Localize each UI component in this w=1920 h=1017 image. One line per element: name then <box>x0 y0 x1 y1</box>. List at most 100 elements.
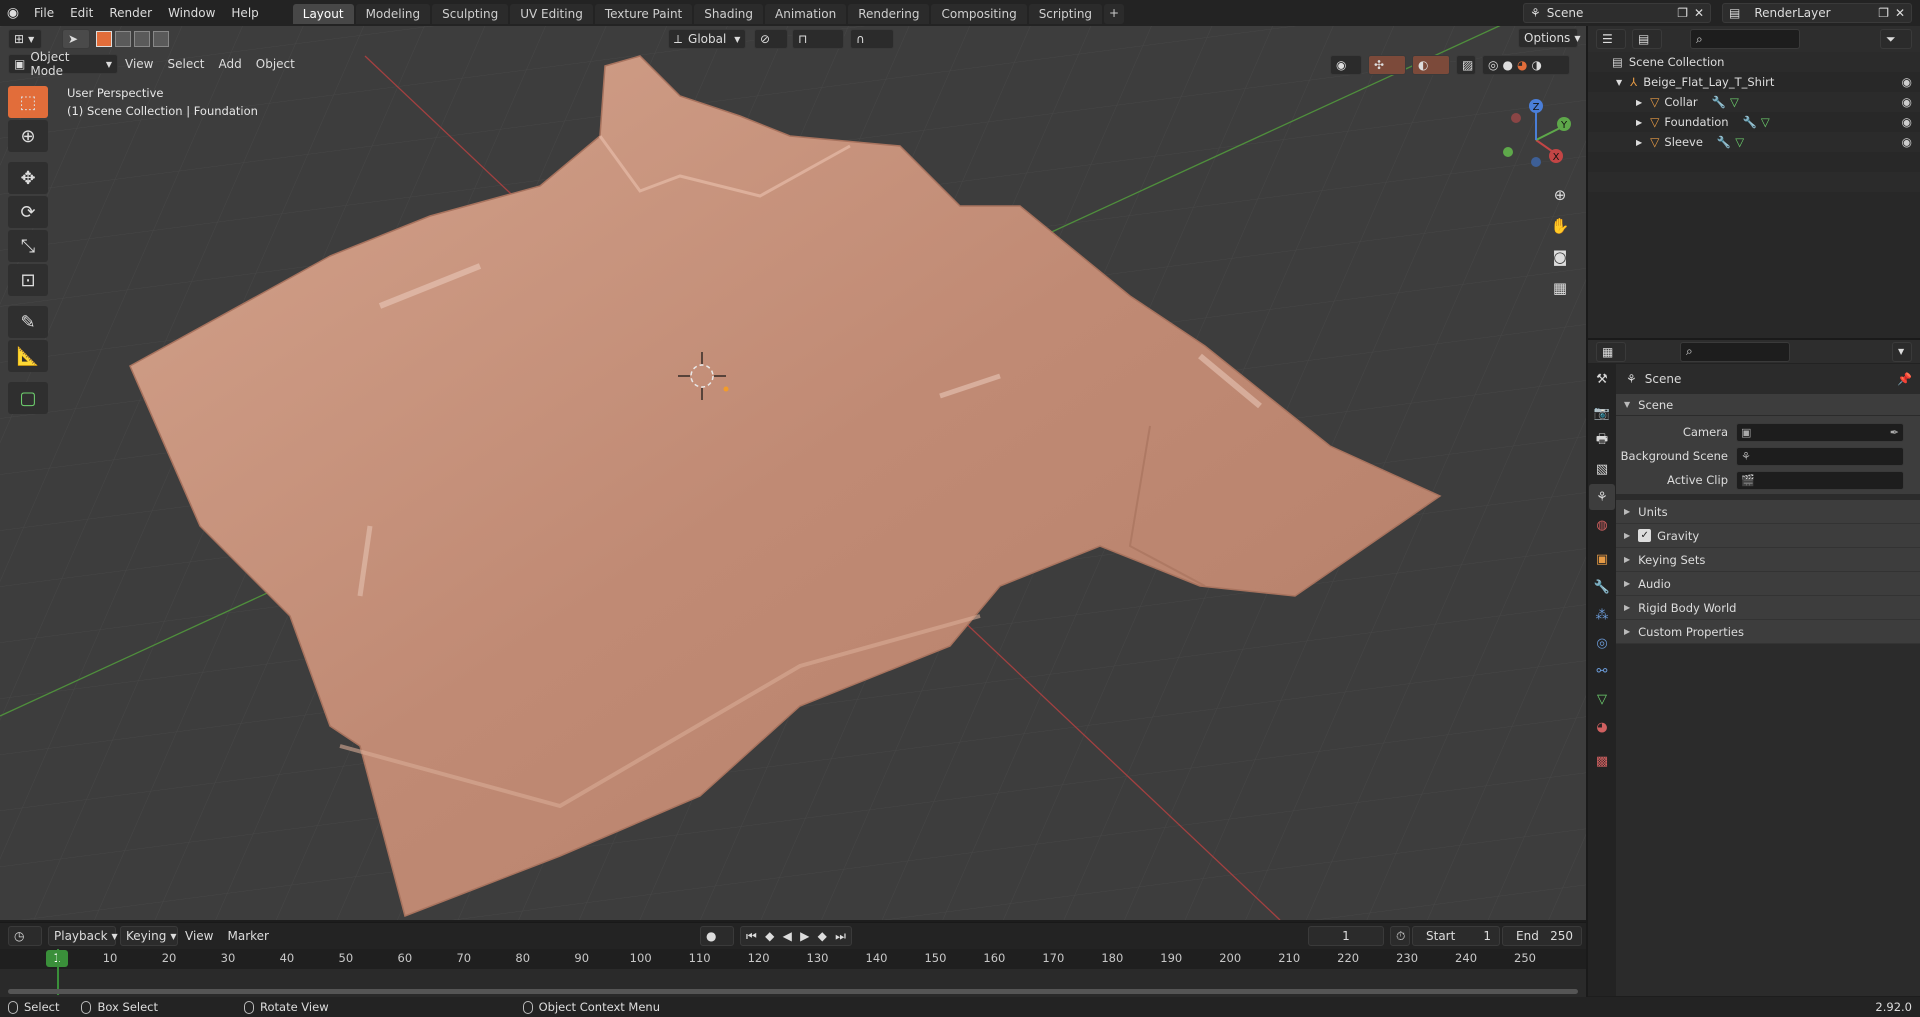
outliner-row-collar[interactable]: ▶ ▽ Collar 🔧 ▽ ◉ <box>1588 92 1920 112</box>
add-cube-tool[interactable]: ▢ <box>8 382 48 414</box>
end-frame-field[interactable]: End 250 <box>1502 926 1582 946</box>
perspective-toggle-icon[interactable]: ▦ <box>1546 274 1574 302</box>
orientation-dropdown[interactable]: ⟂ Global ▼ <box>668 29 746 49</box>
menu-object[interactable]: Object <box>249 57 302 71</box>
jump-start-icon[interactable]: ⏮ <box>746 929 757 944</box>
tool-tab-icon[interactable]: ⚒ <box>1589 366 1615 392</box>
view-layer-selector[interactable]: ▤ RenderLayer ❐ ✕ <box>1722 3 1912 23</box>
camera-field[interactable]: ▣ ✒ <box>1736 422 1904 442</box>
extend-selection-icon[interactable] <box>115 31 131 47</box>
set-new-selection-icon[interactable] <box>96 31 112 47</box>
mesh-data-icon[interactable]: ▽ <box>1730 95 1739 109</box>
constraints-tab-icon[interactable]: ⚯ <box>1589 658 1615 684</box>
timeline-editor-type-dropdown[interactable]: ◷ <box>8 926 42 946</box>
outliner-row-foundation[interactable]: ▶ ▽ Foundation 🔧 ▽ ◉ <box>1588 112 1920 132</box>
scene-selector[interactable]: ⚘ Scene ❐ ✕ <box>1523 3 1711 23</box>
display-mode-dropdown[interactable]: ▤ <box>1632 29 1662 49</box>
current-frame-field[interactable]: 1 <box>1308 926 1384 946</box>
tab-texture-paint[interactable]: Texture Paint <box>594 4 693 24</box>
menu-edit[interactable]: Edit <box>62 0 101 26</box>
expand-right-icon[interactable]: ▶ <box>1636 118 1642 127</box>
record-button[interactable]: ● <box>700 926 734 946</box>
neg-y-axis-icon[interactable] <box>1503 147 1513 157</box>
jump-end-icon[interactable]: ⏭ <box>835 929 846 944</box>
neg-x-axis-icon[interactable] <box>1511 113 1521 123</box>
menu-window[interactable]: Window <box>160 0 223 26</box>
neg-z-axis-icon[interactable] <box>1531 157 1541 167</box>
modifier-wrench-icon[interactable]: 🔧 <box>1712 95 1726 109</box>
shading-mode-group[interactable]: ◎ ● ◕ ◑ <box>1482 55 1570 75</box>
menu-view[interactable]: View <box>118 57 160 71</box>
select-box-tool[interactable]: ⬚ <box>8 86 48 118</box>
measure-tool[interactable]: 📐 <box>8 340 48 372</box>
play-reverse-icon[interactable]: ◀ <box>783 929 792 943</box>
proportional-edit-dropdown[interactable]: ∩ <box>850 29 894 49</box>
outliner-editor-type-dropdown[interactable]: ☰ <box>1596 29 1626 49</box>
expand-right-icon[interactable]: ▶ <box>1636 138 1642 147</box>
outliner-row-scene-collection[interactable]: ▤ Scene Collection <box>1588 52 1920 72</box>
camera-view-icon[interactable]: ◙ <box>1546 243 1574 271</box>
modifier-tab-icon[interactable]: 🔧 <box>1589 574 1615 600</box>
visibility-dropdown[interactable]: ◉ <box>1330 55 1362 75</box>
modifier-wrench-icon[interactable]: 🔧 <box>1743 115 1757 129</box>
eye-icon[interactable]: ◉ <box>1902 95 1912 109</box>
keying-dropdown[interactable]: Keying ▼ <box>120 926 178 946</box>
blender-logo-icon[interactable]: ◉ <box>0 0 26 26</box>
new-scene-icon[interactable]: ❐ <box>1677 6 1688 20</box>
data-tab-icon[interactable]: ▽ <box>1589 686 1615 712</box>
render-tab-icon[interactable]: 📷 <box>1589 400 1615 426</box>
keying-sets-panel[interactable]: ▶ Keying Sets <box>1616 548 1920 572</box>
tab-layout[interactable]: Layout <box>292 4 354 24</box>
scene-panel-header[interactable]: ▼ Scene <box>1616 394 1920 416</box>
pan-hand-icon[interactable]: ✋ <box>1546 212 1574 240</box>
filter-dropdown[interactable]: ⏷ <box>1880 29 1912 49</box>
mesh-data-icon[interactable]: ▽ <box>1735 135 1744 149</box>
select-mode-button[interactable]: ➤ <box>62 29 90 49</box>
3d-viewport[interactable]: ⊞ ▼ ➤ ▣ Object Mode ▼ View Select Add Obj… <box>0 26 1586 920</box>
material-shading-icon[interactable]: ◕ <box>1517 58 1527 72</box>
properties-search-input[interactable]: ⌕ <box>1680 341 1790 362</box>
tab-animation[interactable]: Animation <box>765 4 847 24</box>
invert-selection-icon[interactable] <box>153 31 169 47</box>
menu-render[interactable]: Render <box>101 0 160 26</box>
add-workspace-button[interactable]: + <box>1104 4 1125 24</box>
active-clip-field[interactable]: 🎬 <box>1736 470 1904 490</box>
world-tab-icon[interactable]: ◍ <box>1589 512 1615 538</box>
material-tab-icon[interactable]: ◕ <box>1589 714 1615 740</box>
eye-icon[interactable]: ◉ <box>1902 135 1912 149</box>
object-tab-icon[interactable]: ▣ <box>1589 546 1615 572</box>
eye-icon[interactable]: ◉ <box>1902 75 1912 89</box>
tab-uv-editing[interactable]: UV Editing <box>510 4 593 24</box>
units-panel[interactable]: ▶ Units <box>1616 500 1920 524</box>
subtract-selection-icon[interactable] <box>134 31 150 47</box>
outliner-search-input[interactable]: ⌕ <box>1690 29 1800 49</box>
gizmo-toggle[interactable]: ✣ <box>1368 55 1406 75</box>
options-button[interactable]: Options ▼ <box>1518 28 1580 48</box>
tab-shading[interactable]: Shading <box>694 4 763 24</box>
outliner-row-collection[interactable]: ▼ ⅄ Beige_Flat_Lay_T_Shirt ◉ <box>1588 72 1920 92</box>
preview-range-toggle[interactable]: ⏱ <box>1390 926 1410 946</box>
expand-right-icon[interactable]: ▶ <box>1636 98 1642 107</box>
properties-editor-type-dropdown[interactable]: ▦ <box>1596 341 1626 362</box>
mesh-data-icon[interactable]: ▽ <box>1761 115 1770 129</box>
pin-icon[interactable]: 📌 <box>1897 372 1912 386</box>
zoom-icon[interactable]: ⊕ <box>1546 181 1574 209</box>
navigation-gizmo[interactable]: Z Y X <box>1496 96 1576 176</box>
new-layer-icon[interactable]: ❐ <box>1878 6 1889 20</box>
gravity-panel[interactable]: ▶ ✓ Gravity <box>1616 524 1920 548</box>
texture-tab-icon[interactable]: ▩ <box>1589 748 1615 774</box>
pivot-dropdown[interactable]: ⊘ <box>754 29 788 49</box>
tab-modeling[interactable]: Modeling <box>355 4 431 24</box>
overlay-toggle[interactable]: ◐ <box>1412 55 1450 75</box>
move-tool[interactable]: ✥ <box>8 162 48 194</box>
eyedropper-icon[interactable]: ✒ <box>1890 426 1899 439</box>
cursor-tool[interactable]: ⊕ <box>8 120 48 152</box>
snap-dropdown[interactable]: ⊓ <box>792 29 844 49</box>
eye-icon[interactable]: ◉ <box>1902 115 1912 129</box>
background-scene-field[interactable]: ⚘ <box>1736 446 1904 466</box>
menu-add[interactable]: Add <box>212 57 249 71</box>
particles-tab-icon[interactable]: ⁂ <box>1589 602 1615 628</box>
start-frame-field[interactable]: Start 1 <box>1412 926 1500 946</box>
physics-tab-icon[interactable]: ◎ <box>1589 630 1615 656</box>
wireframe-shading-icon[interactable]: ◎ <box>1488 58 1498 72</box>
